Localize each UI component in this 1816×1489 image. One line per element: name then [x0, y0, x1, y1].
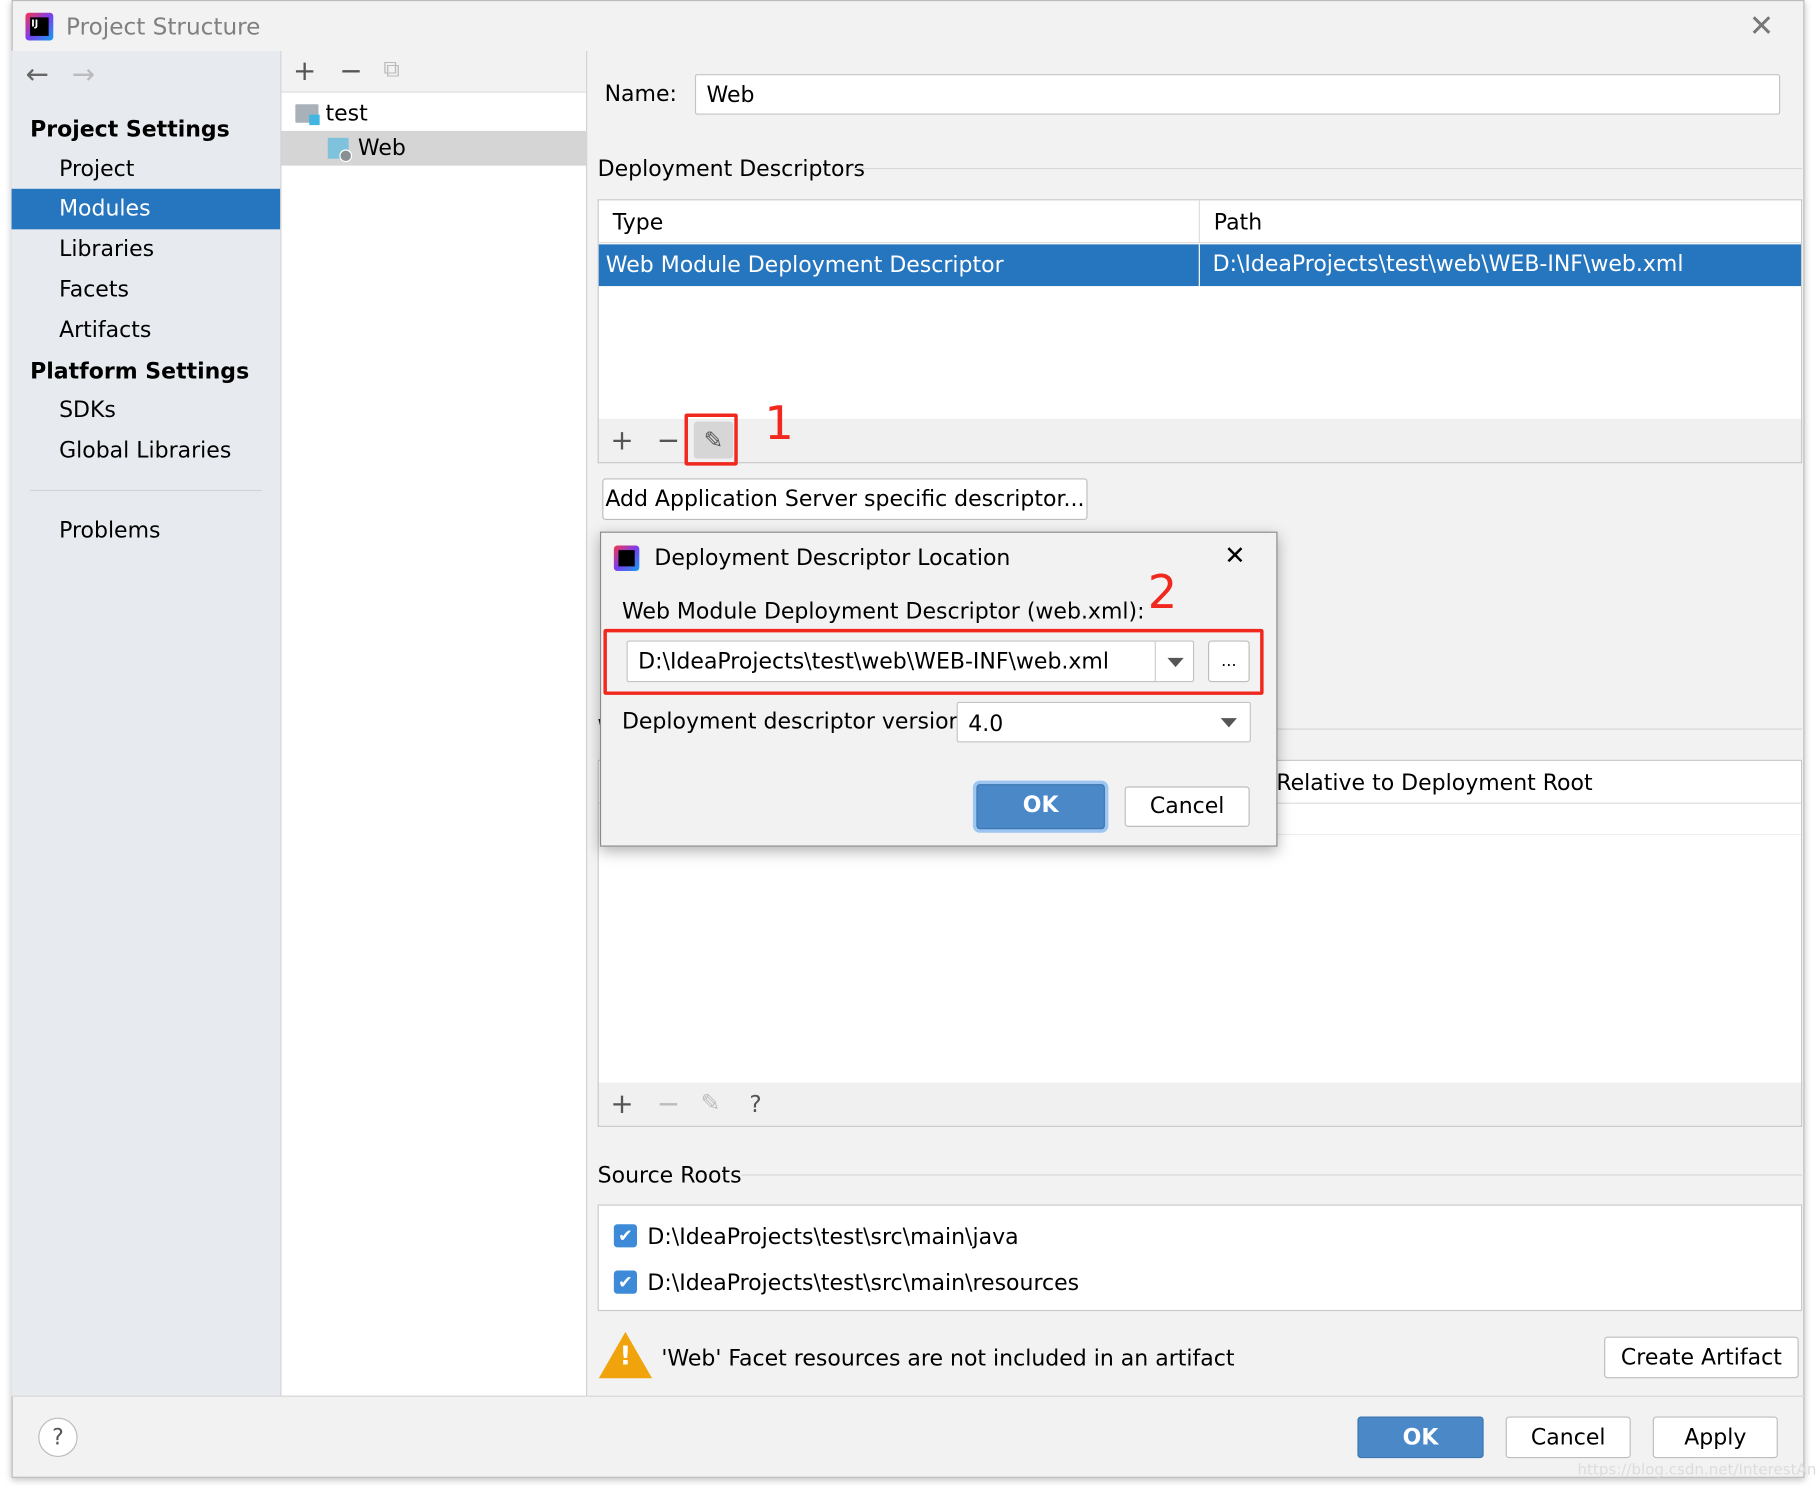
add-icon[interactable]: + — [293, 57, 316, 85]
sidebar-item-modules[interactable]: Modules — [11, 188, 281, 230]
close-icon[interactable]: ✕ — [1749, 12, 1774, 42]
remove-icon[interactable]: − — [339, 57, 362, 85]
descriptor-path-combo[interactable]: D:\IdeaProjects\test\web\WEB-INF\web.xml — [626, 640, 1195, 683]
help-icon[interactable]: ? — [38, 1417, 78, 1458]
sidebar-item-problems[interactable]: Problems — [12, 511, 281, 552]
warning-message: 'Web' Facet resources are not included i… — [661, 1345, 1235, 1372]
section-divider — [853, 167, 1803, 170]
table-row[interactable]: Web Module Deployment Descriptor D:\Idea… — [598, 244, 1802, 287]
deployment-descriptors-title: Deployment Descriptors — [597, 156, 866, 182]
column-header-path[interactable]: Path — [1214, 211, 1262, 234]
column-header-relative-path[interactable]: Relative to Deployment Root — [1276, 772, 1592, 795]
dialog-cancel-button[interactable]: Cancel — [1124, 786, 1250, 827]
source-root-checkbox[interactable]: ✔ — [613, 1270, 638, 1294]
source-root-path: D:\IdeaProjects\test\src\main\java — [647, 1224, 1019, 1250]
remove-icon[interactable]: − — [657, 426, 680, 454]
help-icon[interactable]: ? — [749, 1092, 761, 1115]
name-input-value: Web — [706, 82, 755, 108]
browse-button[interactable]: ... — [1208, 640, 1250, 683]
section-divider — [741, 1174, 1803, 1176]
descriptor-path-value: D:\IdeaProjects\test\web\WEB-INF\web.xml — [638, 648, 1109, 675]
add-server-descriptor-button[interactable]: Add Application Server specific descript… — [602, 478, 1088, 521]
module-folder-icon — [295, 104, 320, 126]
add-icon[interactable]: + — [610, 426, 633, 454]
dialog-ok-button[interactable]: OK — [976, 784, 1105, 830]
ok-button[interactable]: OK — [1357, 1416, 1484, 1459]
tree-item-label: test — [325, 100, 368, 127]
section-divider — [1274, 728, 1803, 730]
web-facet-icon — [327, 137, 353, 163]
version-value: 4.0 — [968, 711, 1004, 737]
column-header-type[interactable]: Type — [613, 211, 664, 234]
back-arrow-icon[interactable]: ← — [25, 60, 48, 88]
sidebar-item-global-libraries[interactable]: Global Libraries — [12, 431, 281, 472]
sidebar: ← → Project Settings Project Modules Lib… — [11, 50, 281, 1396]
source-roots-list: ✔ D:\IdeaProjects\test\src\main\java ✔ D… — [597, 1204, 1803, 1312]
version-select[interactable]: 4.0 — [956, 701, 1251, 743]
sidebar-item-artifacts[interactable]: Artifacts — [12, 310, 281, 351]
deployment-descriptors-table: Type Path Web Module Deployment Descript… — [597, 199, 1803, 421]
add-icon[interactable]: + — [610, 1090, 633, 1118]
source-root-checkbox[interactable]: ✔ — [613, 1224, 638, 1248]
dropdown-arrow-icon — [1220, 718, 1237, 728]
name-input[interactable]: Web — [694, 74, 1781, 115]
descriptor-type-cell: Web Module Deployment Descriptor — [605, 252, 1004, 278]
web-resources-toolbar: + − ✎ ? — [597, 1082, 1803, 1127]
dropdown-arrow-icon[interactable] — [1154, 641, 1194, 682]
annotation-box-1 — [684, 413, 738, 466]
version-label: Deployment descriptor version — [621, 708, 963, 735]
tree-item-web[interactable]: Web — [281, 130, 588, 166]
apply-button[interactable]: Apply — [1652, 1416, 1778, 1459]
dialog-title: Deployment Descriptor Location — [654, 545, 1011, 571]
source-roots-title: Source Roots — [597, 1162, 742, 1189]
app-logo-icon — [613, 545, 640, 571]
forward-arrow-icon[interactable]: → — [72, 60, 95, 88]
footer-divider — [11, 1395, 1805, 1397]
table-header: Type Path — [598, 200, 1802, 244]
descriptor-label: Web Module Deployment Descriptor (web.xm… — [621, 598, 1145, 625]
annotation-number-2: 2 — [1147, 566, 1178, 620]
sidebar-item-sdks[interactable]: SDKs — [12, 390, 281, 431]
annotation-number-1: 1 — [764, 397, 794, 451]
sidebar-item-project[interactable]: Project — [12, 149, 281, 190]
app-logo-icon: IJ — [25, 12, 54, 41]
name-label: Name: — [604, 81, 677, 107]
tree-toolbar: + − ⧉ — [281, 50, 587, 93]
module-tree-panel: + − ⧉ test Web — [280, 50, 588, 1396]
descriptor-path-cell: D:\IdeaProjects\test\web\WEB-INF\web.xml — [1212, 251, 1684, 277]
dialog-close-icon[interactable]: ✕ — [1224, 544, 1245, 569]
sidebar-item-libraries[interactable]: Libraries — [12, 229, 281, 270]
tree-item-label: Web — [357, 135, 406, 161]
deployment-descriptor-location-dialog: Deployment Descriptor Location ✕ Web Mod… — [599, 531, 1278, 847]
project-settings-header: Project Settings — [30, 116, 230, 143]
source-root-path: D:\IdeaProjects\test\src\main\resources — [647, 1270, 1080, 1297]
warning-icon-mark: ! — [619, 1342, 632, 1372]
remove-icon[interactable]: − — [657, 1090, 680, 1118]
cancel-button[interactable]: Cancel — [1505, 1416, 1631, 1459]
copy-icon[interactable]: ⧉ — [383, 57, 400, 80]
edit-pencil-icon[interactable]: ✎ — [701, 1091, 720, 1114]
platform-settings-header: Platform Settings — [30, 359, 250, 385]
sidebar-item-facets[interactable]: Facets — [12, 270, 281, 311]
watermark: https://blog.csdn.net/InterestAnd — [1577, 1461, 1816, 1480]
sidebar-divider — [30, 489, 262, 492]
tree-item-test[interactable]: test — [281, 97, 587, 129]
window-title: Project Structure — [66, 12, 261, 41]
create-artifact-button[interactable]: Create Artifact — [1604, 1336, 1799, 1379]
